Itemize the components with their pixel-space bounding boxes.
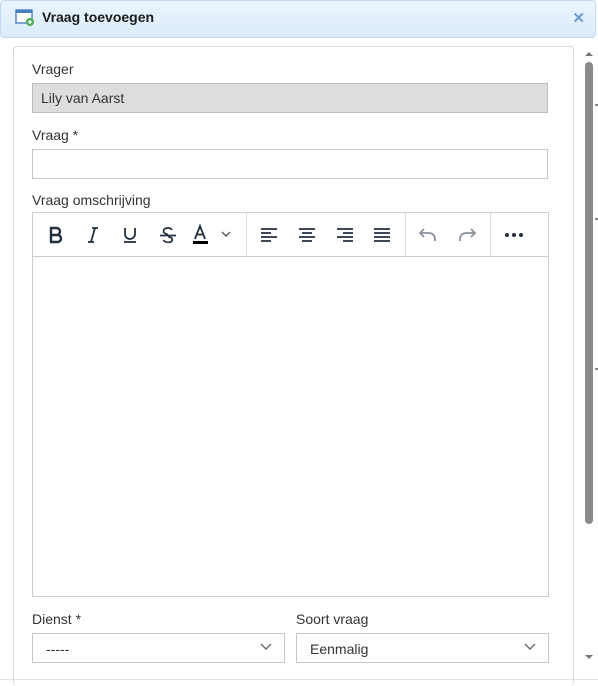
question-label-text: Vraag xyxy=(32,127,69,143)
service-select-value: ----- xyxy=(46,641,70,657)
align-justify-icon[interactable] xyxy=(366,219,398,251)
close-icon[interactable]: ✕ xyxy=(572,11,585,26)
service-label-text: Dienst xyxy=(32,611,72,627)
required-mark: * xyxy=(72,127,79,143)
question-label: Vraag * xyxy=(32,127,78,143)
align-center-icon[interactable] xyxy=(291,219,323,251)
strikethrough-icon[interactable] xyxy=(152,219,184,251)
requester-label: Vrager xyxy=(32,61,74,77)
required-mark: * xyxy=(75,611,82,627)
dialog-titlebar: Vraag toevoegen ✕ xyxy=(0,0,596,38)
history-group xyxy=(405,213,491,256)
scroll-down-icon[interactable] xyxy=(584,653,594,661)
align-right-icon[interactable] xyxy=(329,219,361,251)
dialog-title: Vraag toevoegen xyxy=(42,9,155,25)
question-type-select-value: Eenmalig xyxy=(310,641,369,657)
editor-content-area[interactable] xyxy=(33,257,548,596)
align-group xyxy=(246,213,406,256)
dialog-bottom-border xyxy=(0,679,598,680)
service-label: Dienst * xyxy=(32,611,81,627)
editor-toolbar xyxy=(33,213,548,257)
question-type-label: Soort vraag xyxy=(296,611,369,627)
undo-icon[interactable] xyxy=(412,219,444,251)
window-add-icon xyxy=(15,9,34,26)
question-type-select[interactable]: Eenmalig xyxy=(296,633,549,663)
format-group xyxy=(33,213,247,256)
align-left-icon[interactable] xyxy=(253,219,285,251)
chevron-down-icon xyxy=(260,643,272,650)
more-icon[interactable] xyxy=(498,219,530,251)
scrollbar-thumb[interactable] xyxy=(585,62,593,524)
bold-icon[interactable] xyxy=(40,219,72,251)
underline-icon[interactable] xyxy=(114,219,146,251)
italic-icon[interactable] xyxy=(77,219,109,251)
rich-text-editor xyxy=(32,212,549,597)
chevron-down-icon xyxy=(524,643,536,650)
service-select[interactable]: ----- xyxy=(32,633,285,663)
vertical-scrollbar[interactable] xyxy=(582,46,596,671)
text-color-icon[interactable] xyxy=(189,219,237,251)
requester-field[interactable] xyxy=(32,83,548,113)
question-input[interactable] xyxy=(32,149,548,179)
redo-icon[interactable] xyxy=(451,219,483,251)
scroll-up-icon[interactable] xyxy=(584,50,594,58)
description-label: Vraag omschrijving xyxy=(32,192,151,208)
